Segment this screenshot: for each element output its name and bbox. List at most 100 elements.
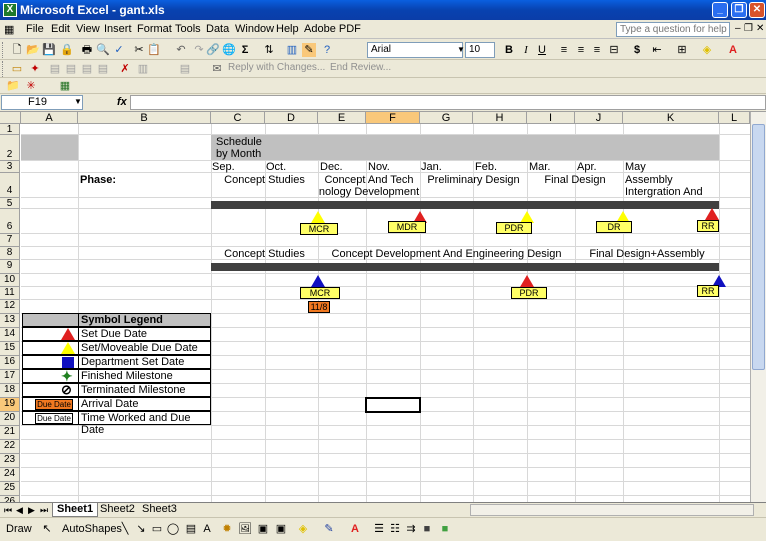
- drawing-icon[interactable]: ✎: [302, 43, 316, 57]
- toolbar-grip[interactable]: [2, 42, 6, 58]
- print-preview-icon[interactable]: 🔍: [96, 43, 110, 57]
- maximize-button[interactable]: ❐: [731, 2, 747, 18]
- next-sheet-icon[interactable]: ▶: [28, 505, 35, 516]
- show-comments-icon[interactable]: ✦: [28, 62, 42, 76]
- oval-icon[interactable]: ◯: [166, 522, 180, 536]
- column-header-f[interactable]: F: [366, 112, 420, 124]
- menu-window[interactable]: Window: [235, 23, 274, 35]
- row-header-6[interactable]: 6: [0, 209, 20, 234]
- worksheet-grid[interactable]: A B C D E F G H I J K L 1 2 3 4 5 6 7 8 …: [0, 112, 766, 502]
- track-changes-icon[interactable]: ▥: [136, 62, 150, 76]
- menu-adobe-pdf[interactable]: Adobe PDF: [304, 23, 361, 35]
- row-header-4[interactable]: 4: [0, 173, 20, 198]
- font-color2-icon[interactable]: A: [348, 522, 362, 536]
- milestone2-mcr[interactable]: MCR: [300, 287, 340, 299]
- currency-icon[interactable]: $: [630, 43, 644, 57]
- row-header-24[interactable]: 24: [0, 468, 20, 482]
- row-header-1[interactable]: 1: [0, 124, 20, 135]
- line-color-icon[interactable]: ✎: [322, 522, 336, 536]
- row-header-9[interactable]: 9: [0, 260, 20, 274]
- arrow-style-icon[interactable]: ⇉: [404, 522, 418, 536]
- row-header-11[interactable]: 11: [0, 287, 20, 300]
- picture-icon[interactable]: ▣: [256, 522, 270, 536]
- fill-color-icon[interactable]: ◈: [700, 43, 714, 57]
- fill-color2-icon[interactable]: ◈: [296, 522, 310, 536]
- row-header-21[interactable]: 21: [0, 426, 20, 440]
- insert-hyperlink-icon[interactable]: 🔗: [206, 43, 220, 57]
- row-header-3[interactable]: 3: [0, 161, 20, 173]
- show-all-icon[interactable]: ▤: [96, 62, 110, 76]
- milestone-mcr[interactable]: MCR: [300, 223, 338, 235]
- row-header-22[interactable]: 22: [0, 440, 20, 454]
- column-header-b[interactable]: B: [78, 112, 211, 124]
- row-header-16[interactable]: 16: [0, 356, 20, 370]
- draw-menu-button[interactable]: Draw: [6, 523, 32, 535]
- decrease-indent-icon[interactable]: ⇤: [650, 43, 664, 57]
- row-header-15[interactable]: 15: [0, 342, 20, 356]
- milestone-mdr[interactable]: MDR: [388, 221, 426, 233]
- spelling-icon[interactable]: ✓: [112, 43, 126, 57]
- column-header-j[interactable]: J: [575, 112, 623, 124]
- column-header-l[interactable]: L: [719, 112, 750, 124]
- tab-sheet2[interactable]: Sheet2: [96, 503, 139, 517]
- milestone-dr[interactable]: DR: [596, 221, 632, 233]
- cut-icon[interactable]: ✂: [132, 43, 146, 57]
- tab-sheet3[interactable]: Sheet3: [138, 503, 181, 517]
- mail-icon[interactable]: ✉: [210, 62, 224, 76]
- print-icon[interactable]: 🖶: [80, 43, 94, 57]
- arrow-icon[interactable]: ↘: [134, 522, 148, 536]
- dash-style-icon[interactable]: ☷: [388, 522, 402, 536]
- row-header-25[interactable]: 25: [0, 482, 20, 496]
- undo-icon[interactable]: ↶: [174, 43, 188, 57]
- show-hide-icon[interactable]: ▤: [80, 62, 94, 76]
- last-sheet-icon[interactable]: ⏭: [40, 505, 48, 516]
- row-header-20[interactable]: 20: [0, 412, 20, 426]
- menu-view[interactable]: View: [76, 23, 100, 35]
- previous-comment-icon[interactable]: ▤: [48, 62, 62, 76]
- rectangle-icon[interactable]: ▭: [150, 522, 164, 536]
- column-header-i[interactable]: I: [527, 112, 575, 124]
- minimize-button[interactable]: _: [712, 2, 728, 18]
- help-search-input[interactable]: Type a question for help: [616, 22, 730, 37]
- milestone2-rr[interactable]: RR: [697, 285, 719, 297]
- line-icon[interactable]: ╲: [118, 522, 132, 536]
- align-right-icon[interactable]: ≡: [590, 43, 604, 57]
- name-box-dropdown-icon[interactable]: ▼: [74, 97, 82, 106]
- row-header-17[interactable]: 17: [0, 370, 20, 384]
- select-all-corner[interactable]: [0, 112, 21, 124]
- first-sheet-icon[interactable]: ⏮: [4, 505, 12, 516]
- doc-restore-icon[interactable]: ❐: [744, 23, 753, 34]
- horizontal-scrollbar[interactable]: [470, 504, 754, 516]
- column-header-c[interactable]: C: [211, 112, 265, 124]
- align-left-icon[interactable]: ≡: [557, 43, 571, 57]
- autosum-icon[interactable]: Σ: [238, 43, 252, 57]
- milestone-rr[interactable]: RR: [697, 220, 719, 232]
- borders-icon[interactable]: ⊞: [675, 43, 689, 57]
- doc-minimize-icon[interactable]: –: [735, 23, 741, 34]
- menu-tools[interactable]: Tools: [175, 23, 201, 35]
- row-header-10[interactable]: 10: [0, 274, 20, 287]
- wordart-icon[interactable]: A: [200, 522, 214, 536]
- redo-icon[interactable]: ↷: [192, 43, 206, 57]
- font-size-select[interactable]: 10: [465, 42, 495, 58]
- tab-sheet1[interactable]: Sheet1: [52, 503, 99, 517]
- row-header-18[interactable]: 18: [0, 384, 20, 398]
- milestone-pdr[interactable]: PDR: [496, 222, 532, 234]
- arrival-date-box[interactable]: 11/8: [308, 301, 330, 313]
- prev-sheet-icon[interactable]: ◀: [16, 505, 23, 516]
- row-header-7[interactable]: 7: [0, 234, 20, 247]
- milestone2-pdr[interactable]: PDR: [511, 287, 547, 299]
- column-header-d[interactable]: D: [265, 112, 318, 124]
- menu-edit[interactable]: Edit: [51, 23, 70, 35]
- menu-insert[interactable]: Insert: [104, 23, 132, 35]
- name-box[interactable]: F19: [1, 95, 83, 110]
- picture2-icon[interactable]: ▣: [274, 522, 288, 536]
- row-header-8[interactable]: 8: [0, 247, 20, 260]
- help-icon[interactable]: ?: [320, 43, 334, 57]
- column-header-h[interactable]: H: [473, 112, 527, 124]
- underline-icon[interactable]: U: [535, 43, 549, 57]
- vertical-scrollbar[interactable]: [750, 112, 766, 502]
- shadow-icon[interactable]: ■: [420, 522, 434, 536]
- reply-with-changes-button[interactable]: Reply with Changes...: [228, 62, 325, 73]
- menu-help[interactable]: Help: [276, 23, 299, 35]
